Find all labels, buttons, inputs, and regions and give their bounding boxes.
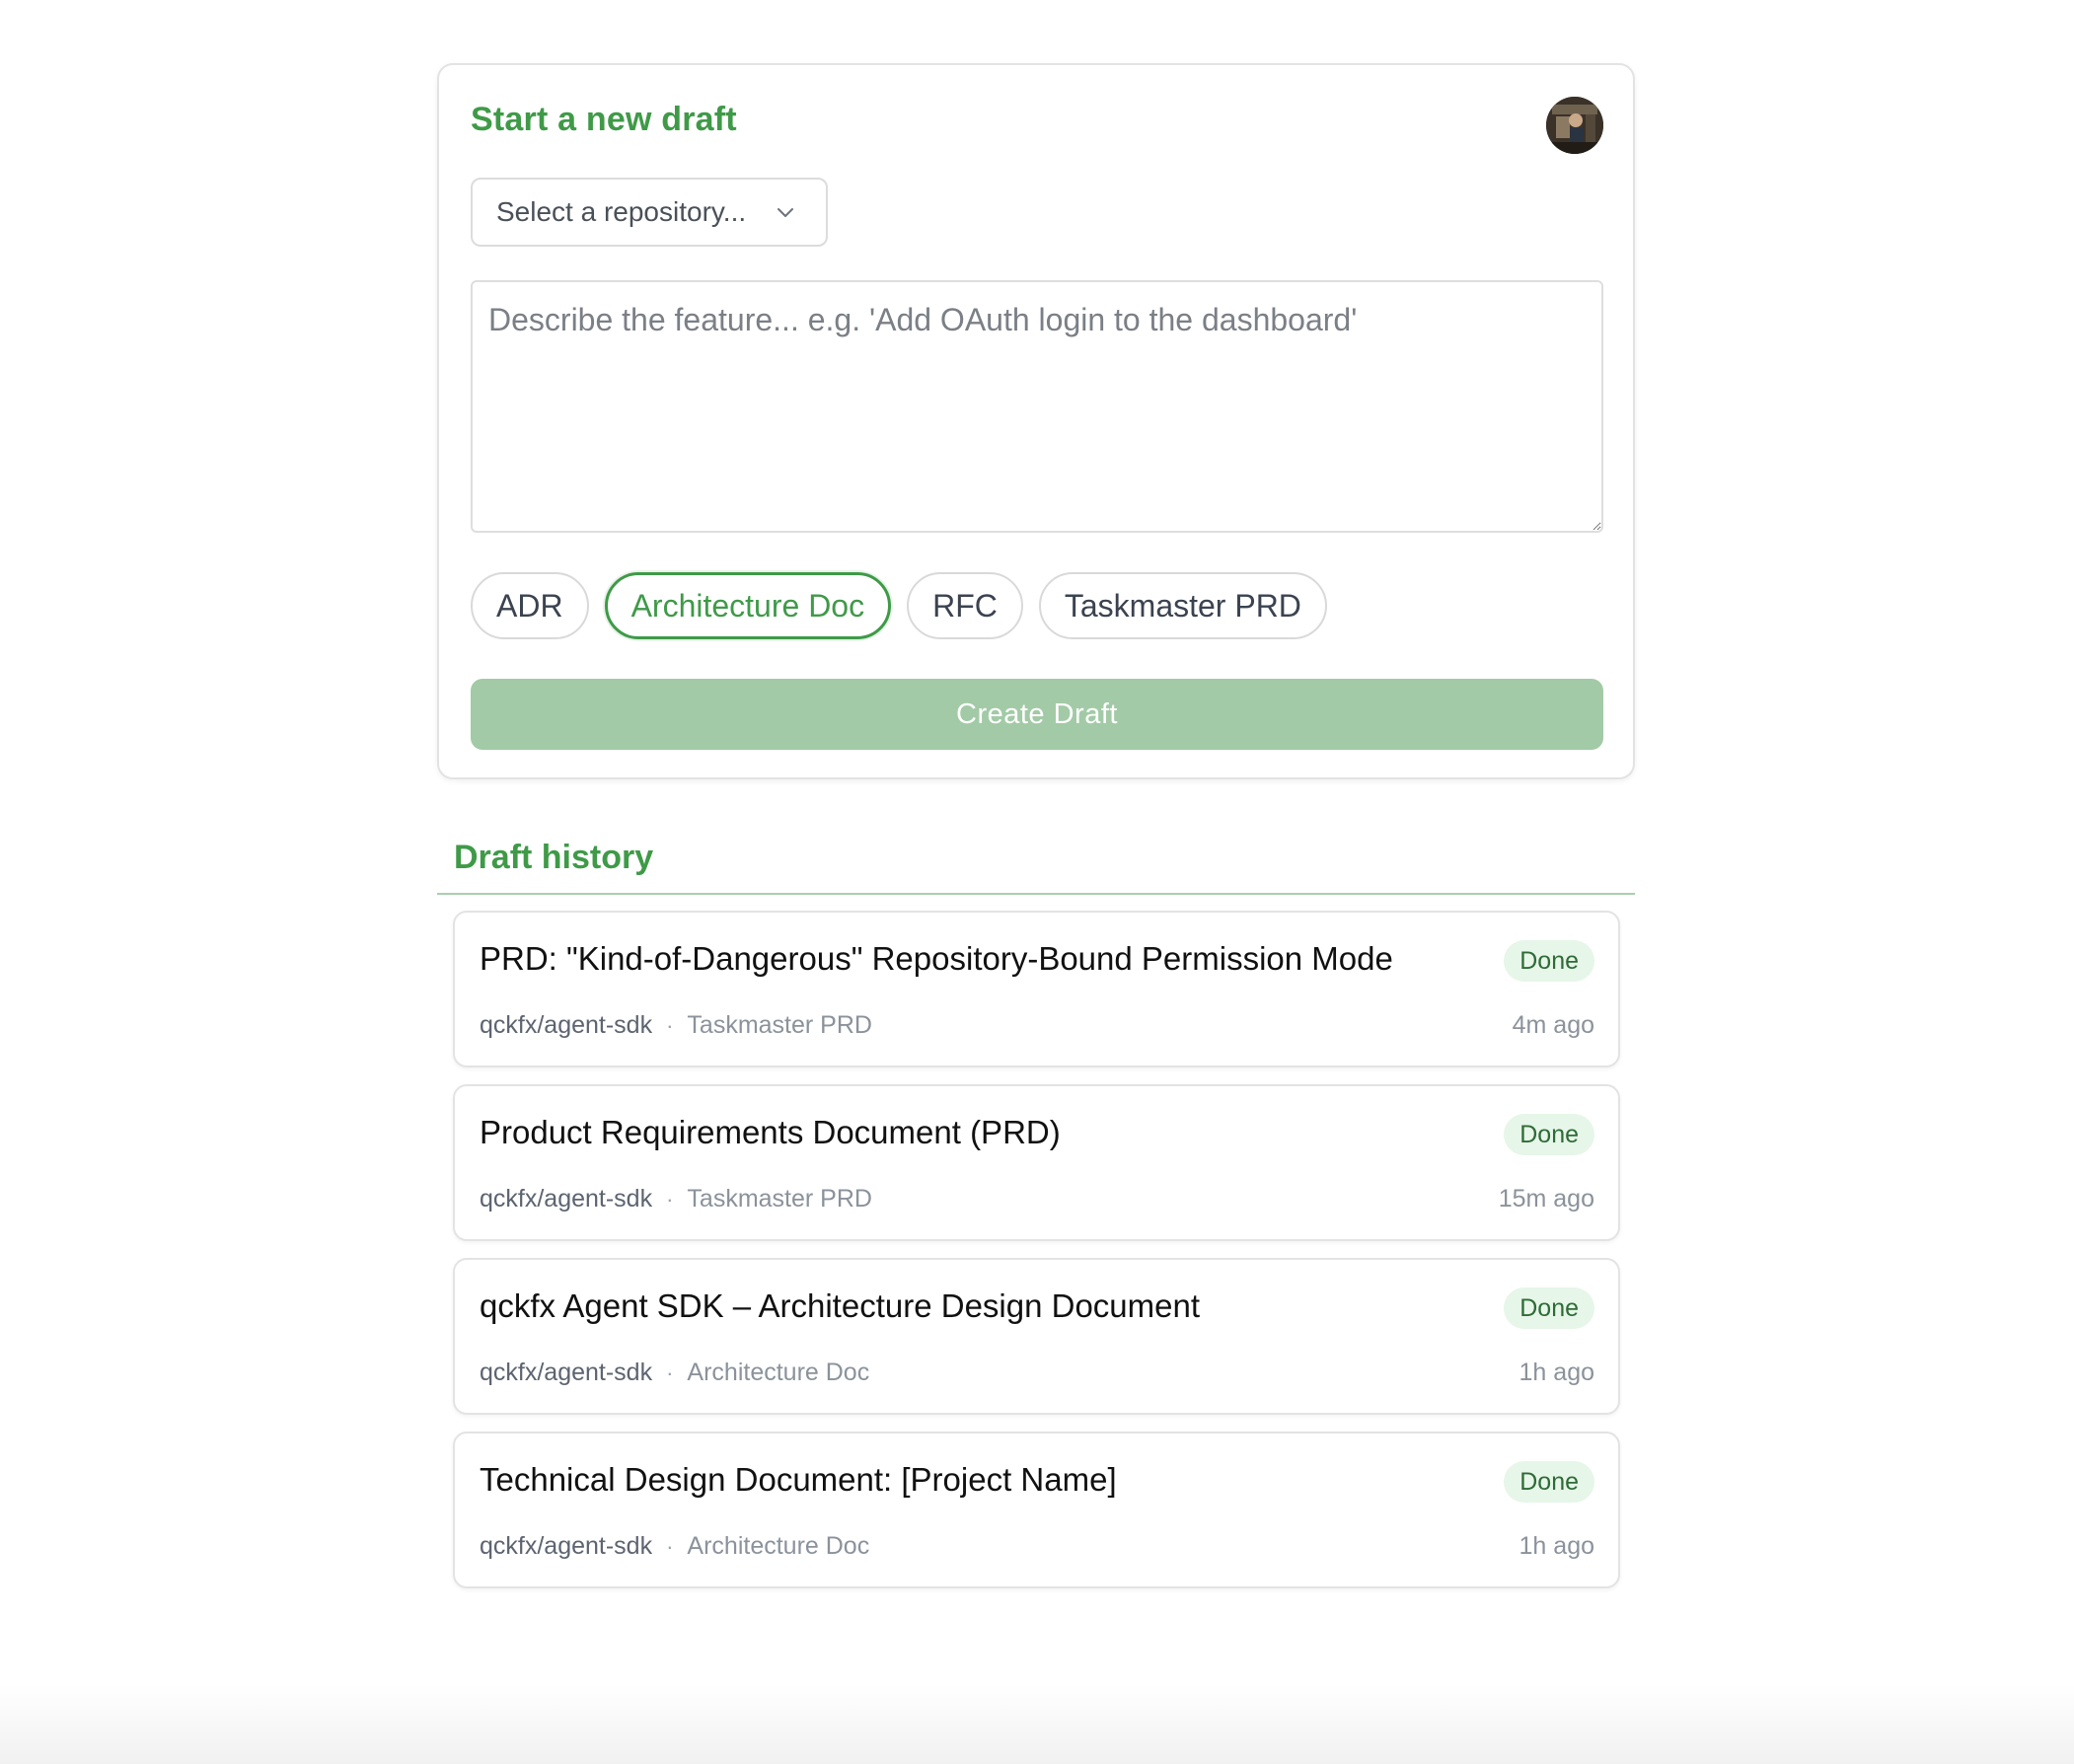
draft-doc-type: Architecture Doc — [687, 1532, 870, 1560]
doc-type-architecture-doc[interactable]: Architecture Doc — [604, 572, 892, 639]
draft-repo: qckfx/agent-sdk — [480, 1185, 653, 1213]
draft-doc-type: Taskmaster PRD — [687, 1185, 872, 1213]
avatar-image — [1546, 97, 1603, 154]
repository-select[interactable]: Select a repository... — [471, 178, 828, 247]
status-badge: Done — [1504, 940, 1594, 982]
avatar[interactable] — [1546, 97, 1603, 154]
divider — [437, 893, 1635, 895]
status-badge: Done — [1504, 1287, 1594, 1329]
draft-doc-type: Taskmaster PRD — [687, 1011, 872, 1039]
create-draft-button[interactable]: Create Draft — [471, 679, 1603, 750]
meta-separator: · — [666, 1012, 674, 1038]
chevron-down-icon — [778, 208, 793, 217]
draft-title: Technical Design Document: [Project Name… — [480, 1461, 1117, 1498]
draft-meta: qckfx/agent-sdk · Taskmaster PRD — [480, 1185, 872, 1213]
draft-timestamp: 1h ago — [1518, 1359, 1594, 1386]
draft-repo: qckfx/agent-sdk — [480, 1359, 653, 1386]
draft-meta: qckfx/agent-sdk · Architecture Doc — [480, 1359, 869, 1387]
status-badge: Done — [1504, 1114, 1594, 1155]
draft-doc-type: Architecture Doc — [687, 1359, 870, 1386]
doc-type-rfc[interactable]: RFC — [907, 572, 1023, 639]
doc-type-taskmaster-prd[interactable]: Taskmaster PRD — [1038, 572, 1327, 639]
draft-timestamp: 1h ago — [1518, 1532, 1594, 1560]
draft-timestamp: 15m ago — [1498, 1185, 1594, 1213]
draft-meta: qckfx/agent-sdk · Taskmaster PRD — [480, 1011, 872, 1040]
meta-separator: · — [666, 1186, 674, 1212]
draft-timestamp: 4m ago — [1512, 1011, 1594, 1039]
draft-meta: qckfx/agent-sdk · Architecture Doc — [480, 1532, 869, 1561]
doc-type-adr[interactable]: ADR — [471, 572, 589, 639]
meta-separator: · — [666, 1360, 674, 1385]
meta-separator: · — [666, 1533, 674, 1559]
draft-title: qckfx Agent SDK – Architecture Design Do… — [480, 1287, 1201, 1324]
draft-repo: qckfx/agent-sdk — [480, 1532, 653, 1560]
draft-history-item[interactable]: Technical Design Document: [Project Name… — [453, 1432, 1620, 1588]
draft-history-list: PRD: "Kind-of-Dangerous" Repository-Boun… — [453, 911, 1620, 1605]
draft-title: PRD: "Kind-of-Dangerous" Repository-Boun… — [480, 940, 1393, 977]
draft-title: Product Requirements Document (PRD) — [480, 1114, 1061, 1150]
draft-history-item[interactable]: Product Requirements Document (PRD) Done… — [453, 1084, 1620, 1241]
draft-history-item[interactable]: qckfx Agent SDK – Architecture Design Do… — [453, 1258, 1620, 1415]
feature-description-input[interactable] — [471, 280, 1603, 533]
doc-type-selector: ADR Architecture Doc RFC Taskmaster PRD — [471, 572, 1327, 639]
new-draft-card: Start a new draft Select a repository...… — [437, 63, 1635, 779]
draft-history-title: Draft history — [454, 839, 654, 876]
new-draft-title: Start a new draft — [471, 101, 737, 138]
repository-select-label: Select a repository... — [496, 196, 747, 227]
bottom-fade — [0, 1685, 2074, 1764]
status-badge: Done — [1504, 1461, 1594, 1503]
draft-repo: qckfx/agent-sdk — [480, 1011, 653, 1039]
page: Start a new draft Select a repository...… — [0, 0, 2074, 1764]
draft-history-item[interactable]: PRD: "Kind-of-Dangerous" Repository-Boun… — [453, 911, 1620, 1067]
